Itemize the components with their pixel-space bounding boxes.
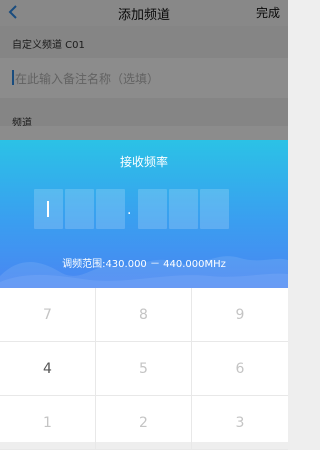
decimal-separator: .: [127, 202, 132, 218]
key-5[interactable]: 5: [96, 342, 192, 396]
digit-box-1[interactable]: [34, 189, 63, 229]
modal-title: 接收频率: [119, 155, 168, 169]
key-9[interactable]: 9: [192, 288, 288, 342]
numeric-keypad: 7 8 9 4 5 6 1 2 3: [0, 288, 288, 450]
key-7[interactable]: 7: [0, 288, 96, 342]
key-6[interactable]: 6: [192, 342, 288, 396]
key-8[interactable]: 8: [96, 288, 192, 342]
key-4[interactable]: 4: [0, 342, 96, 396]
digit-box-6[interactable]: [200, 189, 229, 229]
input-cursor: [47, 201, 49, 217]
digit-box-5[interactable]: [169, 189, 198, 229]
frequency-header: 接收频率 . 调频范围:430.000 － 440.000MHz: [0, 140, 288, 288]
frequency-range-text: 调频范围:430.000 － 440.000MHz: [62, 259, 226, 270]
frequency-modal: 接收频率 . 调频范围:430.000 － 440.000MHz 7 8 9 4…: [0, 140, 288, 450]
digit-box-2[interactable]: [65, 189, 94, 229]
digit-box-4[interactable]: [138, 189, 167, 229]
digit-box-3[interactable]: [96, 189, 125, 229]
